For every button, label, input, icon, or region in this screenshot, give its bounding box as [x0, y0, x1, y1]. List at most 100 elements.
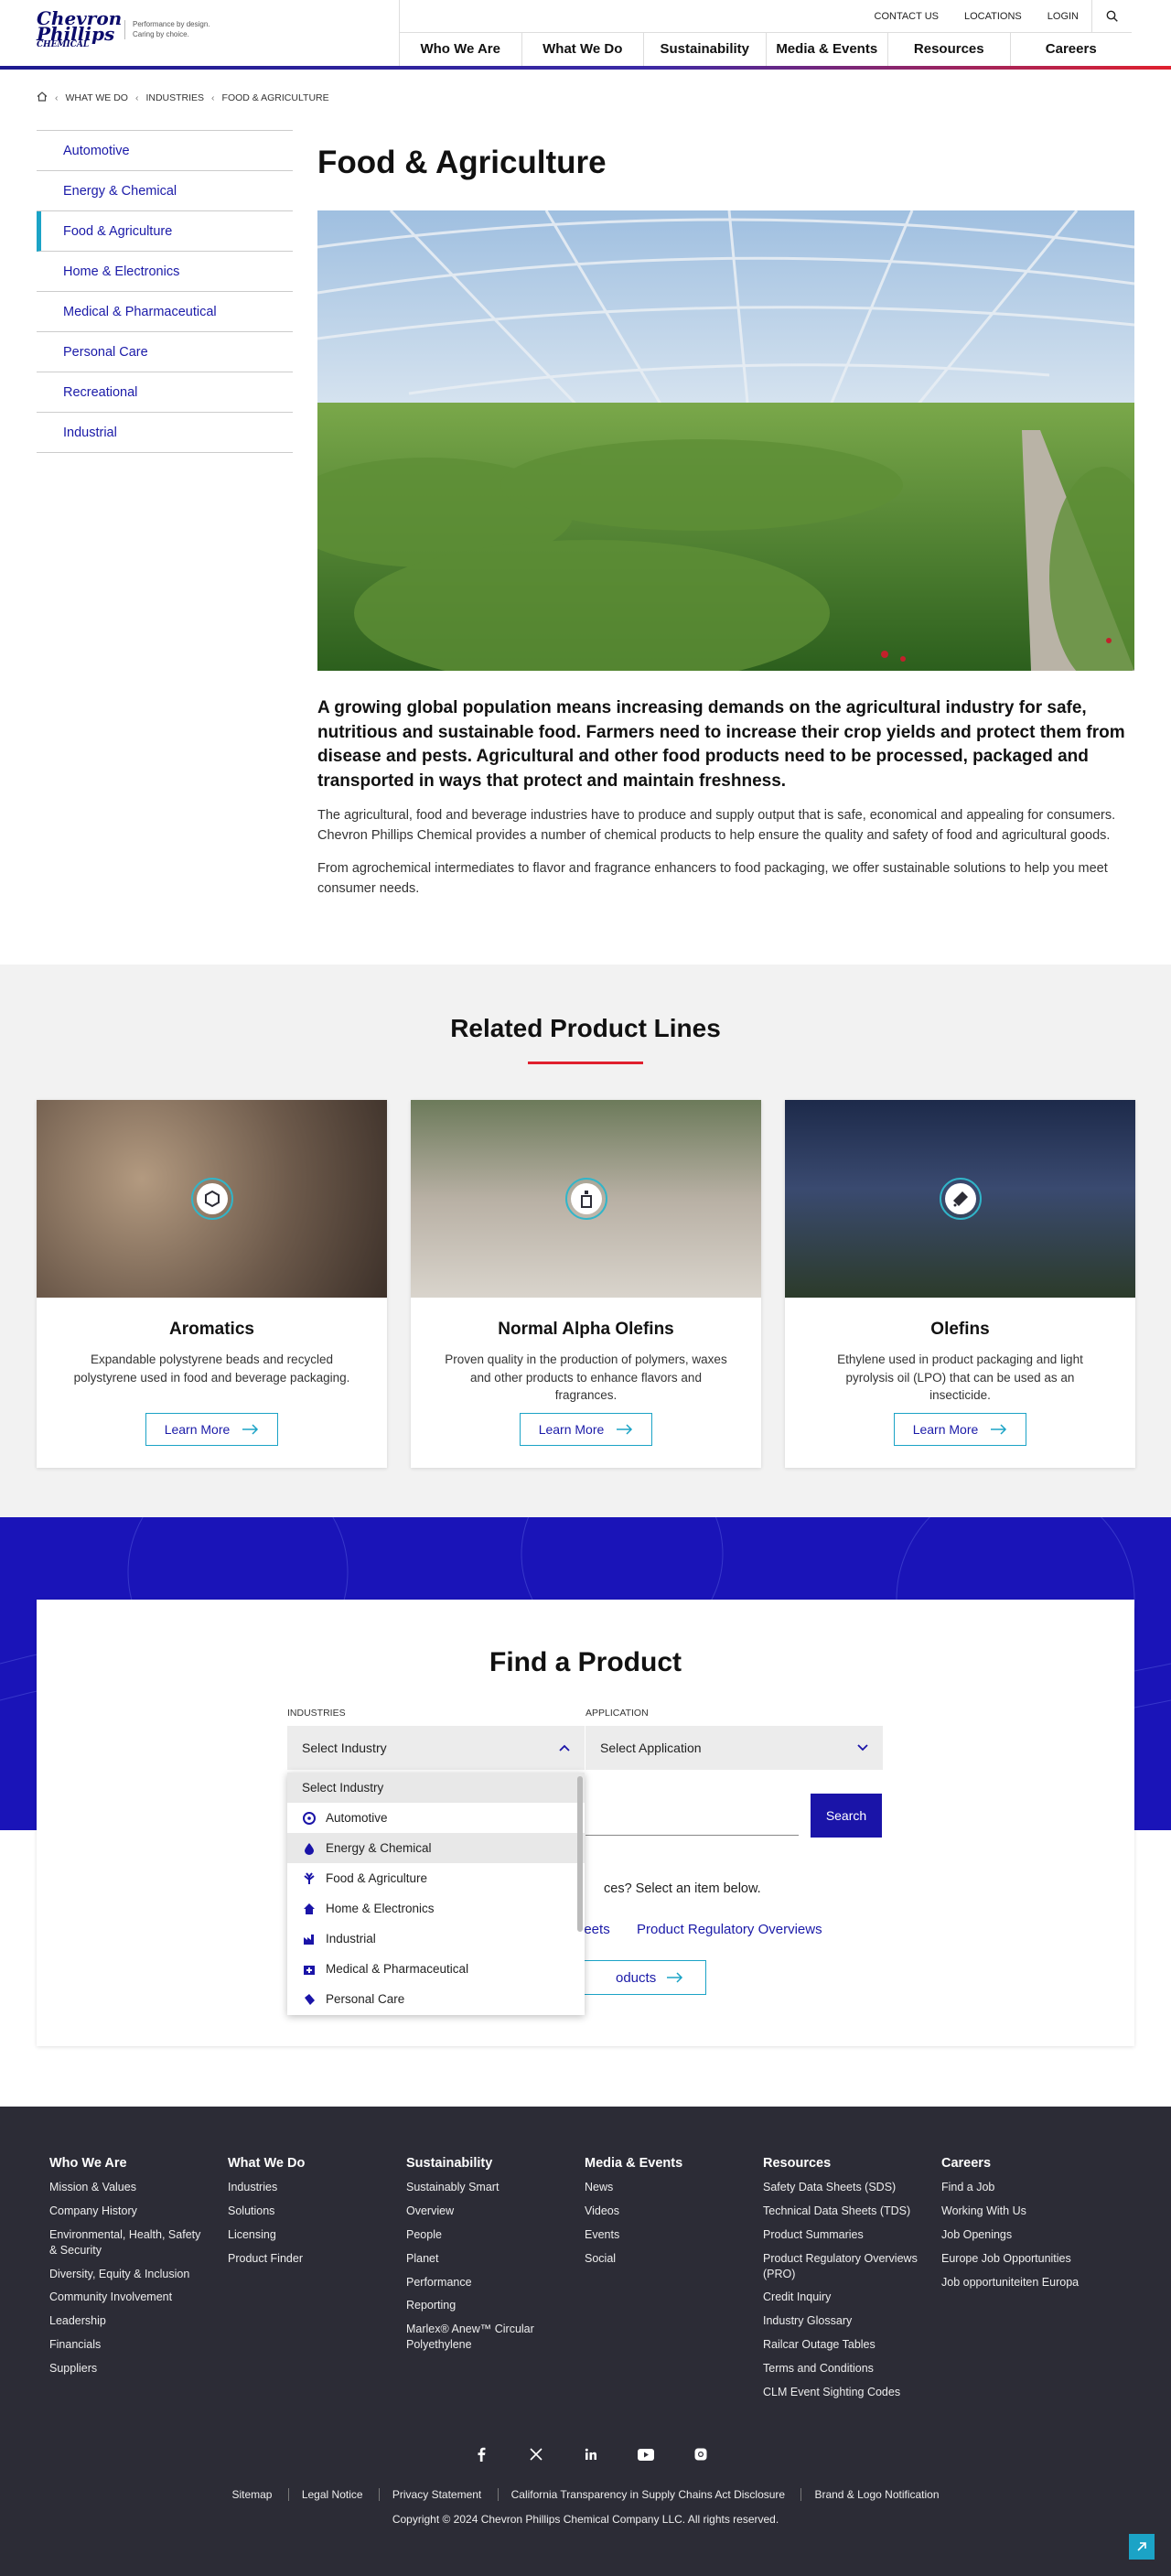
sidenav-home-electronics[interactable]: Home & Electronics	[37, 252, 293, 292]
dropdown-option-industrial[interactable]: Industrial	[287, 1924, 585, 1954]
footer-link[interactable]: Terms and Conditions	[763, 2361, 925, 2377]
footer-link[interactable]: Planet	[406, 2251, 568, 2267]
nav-resources[interactable]: Resources	[887, 33, 1010, 66]
bottle-icon	[564, 1178, 607, 1220]
footer-link[interactable]: Suppliers	[49, 2361, 211, 2377]
breadcrumb-what-we-do[interactable]: WHAT WE DO	[66, 92, 128, 103]
breadcrumb-current: FOOD & AGRICULTURE	[221, 92, 329, 103]
footer-heading: Who We Are	[49, 2156, 127, 2171]
dropdown-option-personal-care[interactable]: Personal Care	[287, 1984, 585, 2014]
footer-link[interactable]: Solutions	[228, 2204, 390, 2219]
footer-link[interactable]: Videos	[585, 2204, 747, 2219]
learn-more-button[interactable]: Learn More	[145, 1413, 279, 1446]
footer-link[interactable]: Industries	[228, 2180, 390, 2195]
link-product-regulatory-overviews[interactable]: Product Regulatory Overviews	[637, 1922, 822, 1937]
footer-link[interactable]: Job Openings	[941, 2227, 1103, 2243]
nav-careers[interactable]: Careers	[1009, 33, 1133, 66]
application-select[interactable]: Select Application	[586, 1726, 883, 1770]
footer-link[interactable]: Events	[585, 2227, 747, 2243]
sidenav-industrial[interactable]: Industrial	[37, 413, 293, 453]
social-links	[472, 2445, 710, 2463]
hero-image-greenhouse	[317, 210, 1134, 671]
dropdown-option-home-electronics[interactable]: Home & Electronics	[287, 1893, 585, 1924]
sidenav-medical-pharmaceutical[interactable]: Medical & Pharmaceutical	[37, 292, 293, 332]
sidenav-energy-chemical[interactable]: Energy & Chemical	[37, 171, 293, 211]
footer-link[interactable]: Product Regulatory Overviews (PRO)	[763, 2251, 925, 2282]
chevron-down-icon	[857, 1744, 868, 1751]
dropdown-option-placeholder[interactable]: Select Industry	[287, 1773, 585, 1803]
footer-link[interactable]: Licensing	[228, 2227, 390, 2243]
view-products-button[interactable]: oducts	[576, 1960, 706, 1995]
footer-link[interactable]: Mission & Values	[49, 2180, 211, 2195]
legal-link-sitemap[interactable]: Sitemap	[219, 2488, 285, 2501]
footer-col-careers: Careers Find a Job Working With Us Job O…	[941, 2156, 1120, 2409]
footer-link[interactable]: Company History	[49, 2204, 211, 2219]
learn-more-button[interactable]: Learn More	[893, 1413, 1027, 1446]
footer-link[interactable]: Safety Data Sheets (SDS)	[763, 2180, 925, 2195]
youtube-icon[interactable]	[637, 2445, 655, 2463]
footer-link[interactable]: Community Involvement	[49, 2290, 211, 2305]
card-text: Proven quality in the production of poly…	[445, 1353, 727, 1403]
footer-link[interactable]: Financials	[49, 2337, 211, 2353]
legal-link-privacy[interactable]: Privacy Statement	[378, 2488, 495, 2501]
instagram-icon[interactable]	[692, 2445, 710, 2463]
industry-select[interactable]: Select Industry	[287, 1726, 585, 1770]
locations-link[interactable]: LOCATIONS	[951, 11, 1035, 22]
company-logo[interactable]: Chevron Phillips CHEMICAL Performance by…	[37, 9, 210, 49]
dropdown-option-food-agriculture[interactable]: Food & Agriculture	[287, 1863, 585, 1893]
footer-link[interactable]: Reporting	[406, 2298, 568, 2313]
footer-link[interactable]: Working With Us	[941, 2204, 1103, 2219]
linkedin-icon[interactable]	[582, 2445, 600, 2463]
sidenav-personal-care[interactable]: Personal Care	[37, 332, 293, 372]
footer-link[interactable]: Sustainably Smart	[406, 2180, 568, 2195]
dropdown-option-automotive[interactable]: Automotive	[287, 1803, 585, 1833]
footer-link[interactable]: Performance	[406, 2275, 568, 2290]
sidenav-recreational[interactable]: Recreational	[37, 372, 293, 413]
arrow-right-icon	[667, 1972, 683, 1983]
search-icon[interactable]	[1091, 0, 1132, 33]
legal-link-ca-transparency[interactable]: California Transparency in Supply Chains…	[497, 2488, 799, 2501]
footer-link[interactable]: Industry Glossary	[763, 2313, 925, 2329]
search-button[interactable]: Search	[811, 1794, 882, 1838]
footer-link[interactable]: CLM Event Sighting Codes	[763, 2385, 925, 2400]
footer-link[interactable]: Technical Data Sheets (TDS)	[763, 2204, 925, 2219]
footer-link[interactable]: Marlex® Anew™ Circular Polyethylene	[406, 2322, 568, 2353]
footer-link[interactable]: Diversity, Equity & Inclusion	[49, 2267, 211, 2282]
footer-link[interactable]: Product Finder	[228, 2251, 390, 2267]
x-twitter-icon[interactable]	[527, 2445, 545, 2463]
facebook-icon[interactable]	[472, 2445, 490, 2463]
footer-link[interactable]: Social	[585, 2251, 747, 2267]
footer-link[interactable]: News	[585, 2180, 747, 2195]
footer-link[interactable]: People	[406, 2227, 568, 2243]
footer-link[interactable]: Job opportuniteiten Europa	[941, 2275, 1103, 2290]
footer-link[interactable]: Leadership	[49, 2313, 211, 2329]
legal-link-legal-notice[interactable]: Legal Notice	[287, 2488, 376, 2501]
page-title: Food & Agriculture	[317, 145, 607, 180]
footer-heading: Sustainability	[406, 2156, 493, 2171]
dropdown-scrollbar[interactable]	[577, 1776, 583, 1932]
dropdown-option-medical-pharmaceutical[interactable]: Medical & Pharmaceutical	[287, 1954, 585, 1984]
nav-what-we-do[interactable]: What We Do	[521, 33, 644, 66]
legal-link-brand-logo[interactable]: Brand & Logo Notification	[800, 2488, 952, 2501]
card-text: Expandable polystyrene beads and recycle…	[73, 1353, 350, 1385]
back-to-top-button[interactable]	[1129, 2534, 1155, 2560]
footer-link[interactable]: Product Summaries	[763, 2227, 925, 2243]
footer-link[interactable]: Railcar Outage Tables	[763, 2337, 925, 2353]
nav-sustainability[interactable]: Sustainability	[643, 33, 766, 66]
learn-more-button[interactable]: Learn More	[519, 1413, 653, 1446]
keyword-input[interactable]	[586, 1794, 799, 1836]
footer-link[interactable]: Environmental, Health, Safety & Security	[49, 2227, 211, 2258]
nav-who-we-are[interactable]: Who We Are	[400, 33, 521, 66]
dropdown-option-energy-chemical[interactable]: Energy & Chemical	[287, 1833, 585, 1863]
login-link[interactable]: LOGIN	[1035, 11, 1091, 22]
sidenav-automotive[interactable]: Automotive	[37, 131, 293, 171]
footer-link[interactable]: Overview	[406, 2204, 568, 2219]
contact-us-link[interactable]: CONTACT US	[862, 11, 952, 22]
nav-media-events[interactable]: Media & Events	[765, 33, 888, 66]
footer-link[interactable]: Find a Job	[941, 2180, 1103, 2195]
footer-link[interactable]: Europe Job Opportunities	[941, 2251, 1103, 2267]
breadcrumb-industries[interactable]: INDUSTRIES	[145, 92, 204, 103]
footer-link[interactable]: Credit Inquiry	[763, 2290, 925, 2305]
sidenav-food-agriculture[interactable]: Food & Agriculture	[37, 211, 293, 252]
home-icon[interactable]	[37, 92, 48, 104]
